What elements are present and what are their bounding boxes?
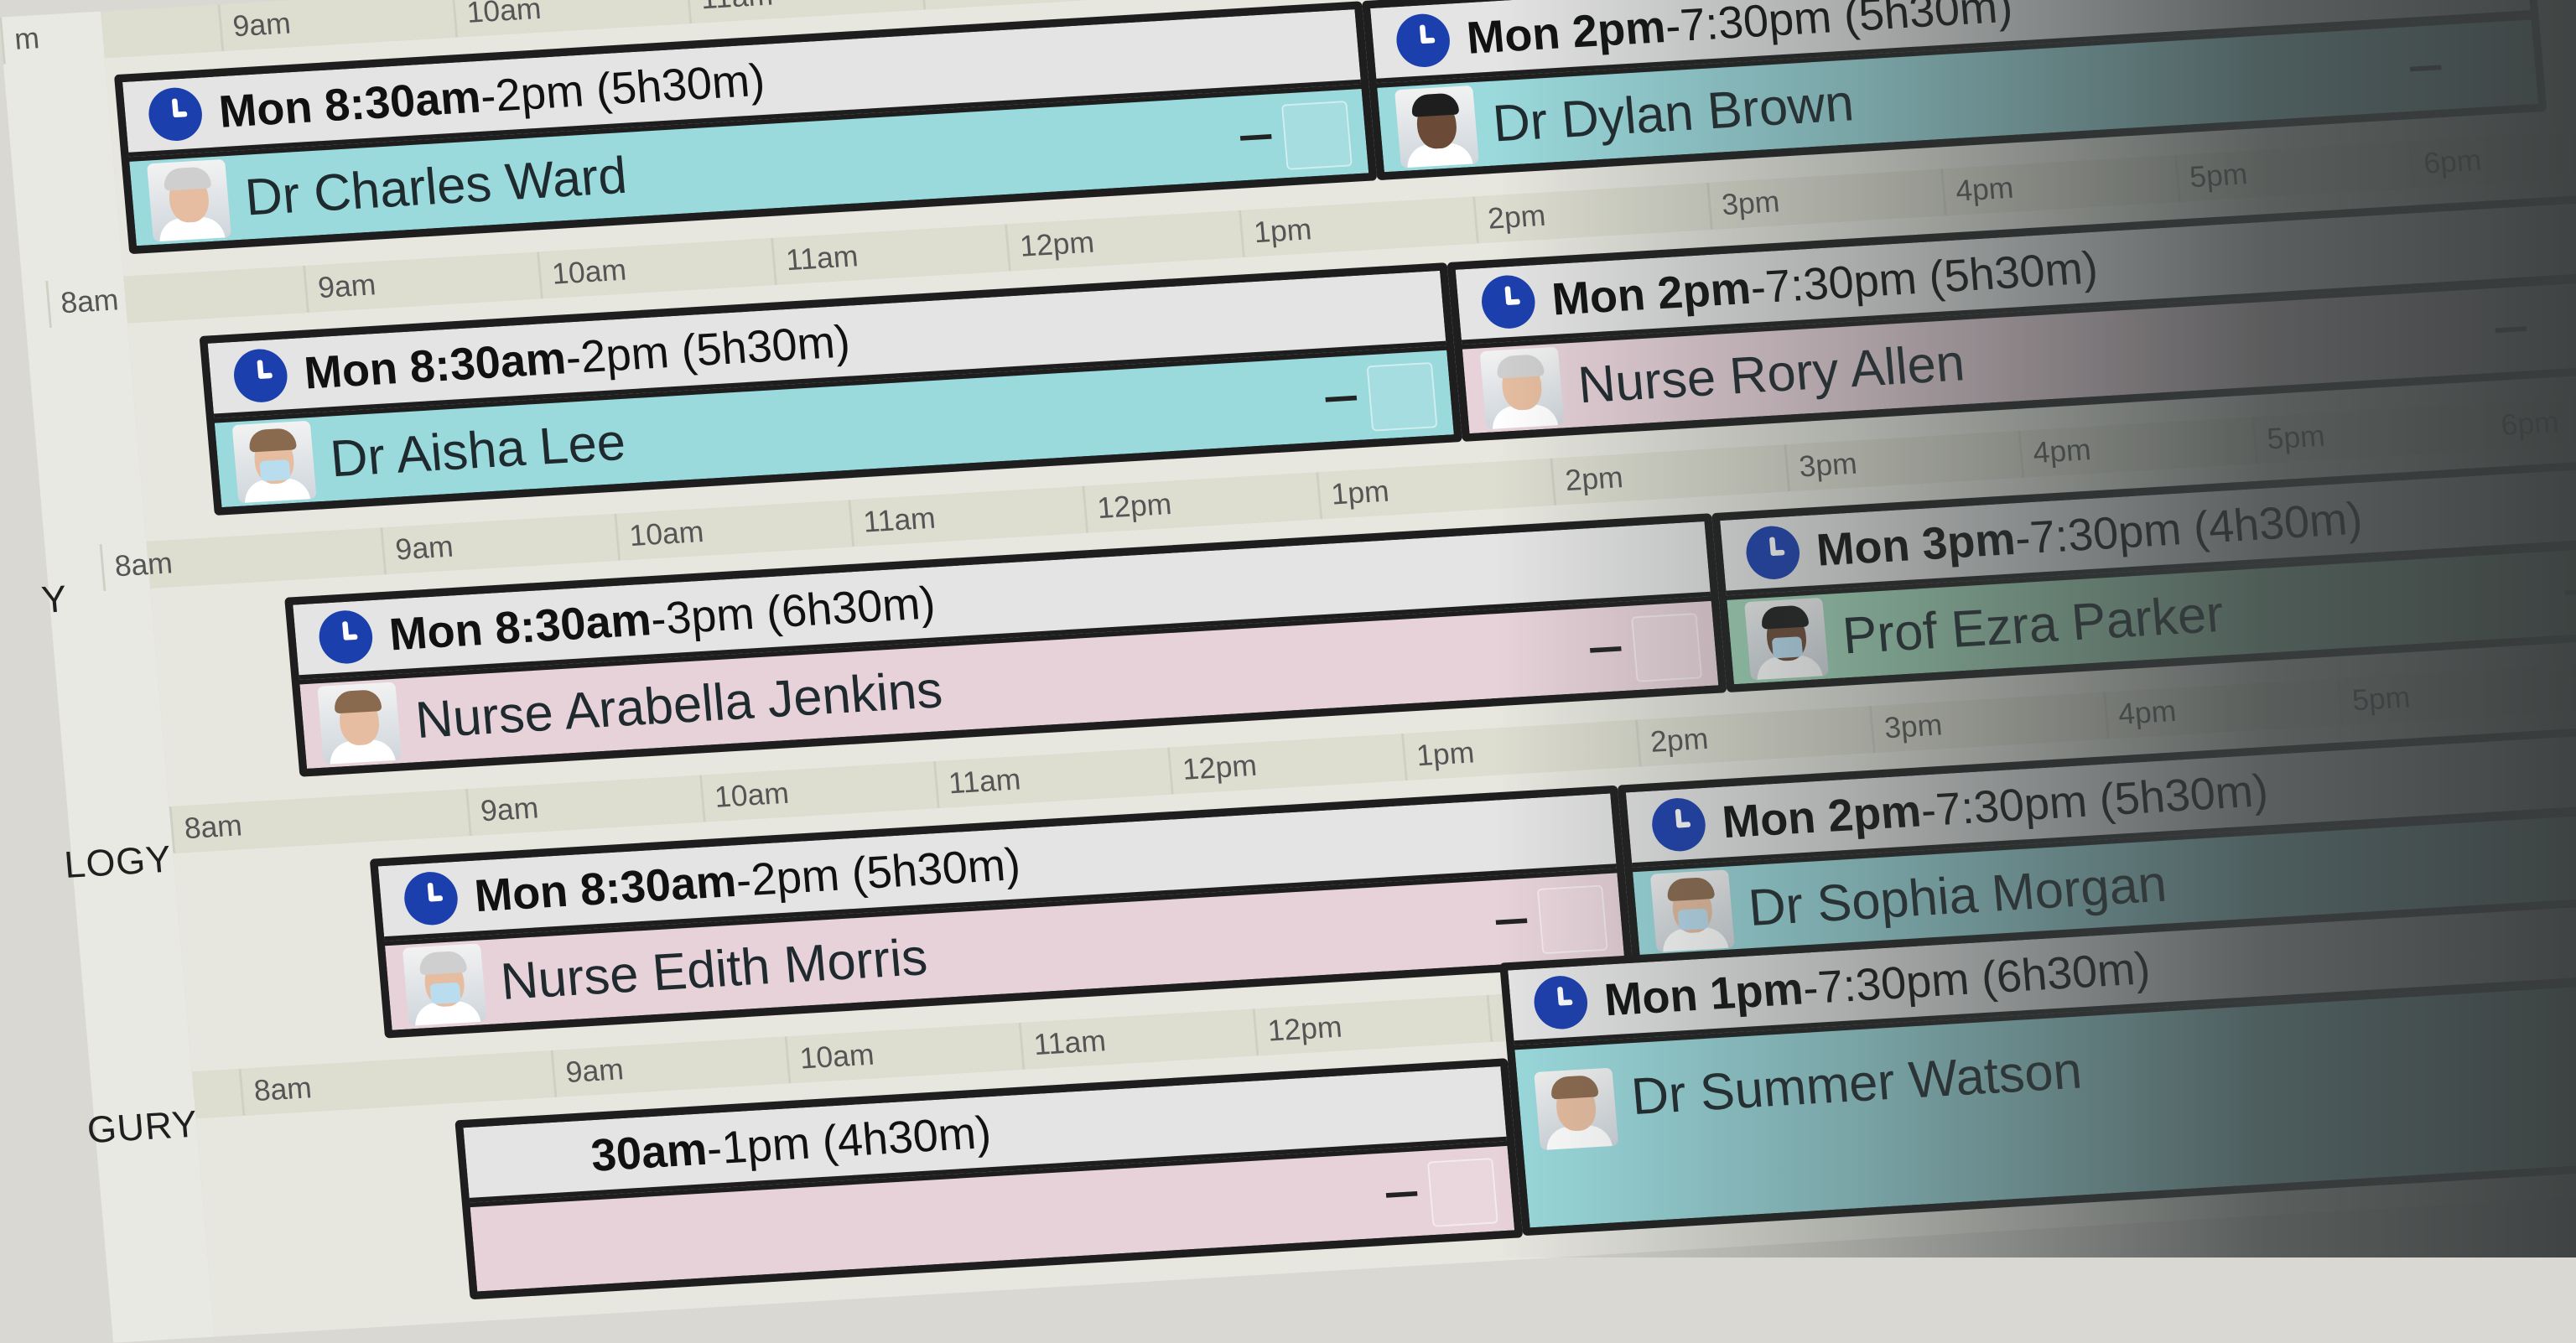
minus-icon[interactable] — [1240, 134, 1272, 141]
shift-start: Mon 8:30am — [217, 71, 483, 137]
shift-time: Mon 8:30am-2pm (5h30m) — [302, 314, 852, 399]
shift-end-duration: -3pm (6h30m) — [649, 577, 937, 644]
department-label: Y — [40, 578, 70, 622]
shift-time: Mon 3pm-7:30pm (4h30m) — [1815, 492, 2365, 577]
shift-end-duration: -7:30pm (5h30m) — [1748, 241, 2100, 313]
avatar — [1744, 598, 1829, 681]
minus-icon[interactable] — [1326, 396, 1358, 402]
avatar — [232, 421, 317, 504]
staff-name: Nurse Arabella Jenkins — [413, 659, 945, 749]
shift-end-duration: -1pm (4h30m) — [704, 1107, 993, 1174]
select-checkbox[interactable] — [1631, 613, 1702, 682]
shift-end-duration: -7:30pm (5h30m) — [1919, 765, 2270, 836]
department-label: LOGY — [63, 837, 174, 887]
roster-timeline: m 9am 10am 11am 12pm 1pm 2pm 3pm 4pm 5pm… — [0, 0, 2496, 1195]
clock-icon — [1532, 974, 1590, 1030]
staff-name: Nurse Rory Allen — [1576, 332, 1967, 414]
clock-icon — [231, 348, 289, 404]
avatar — [1480, 347, 1565, 430]
shift-time: Mon 8:30am-3pm (6h30m) — [387, 576, 937, 661]
avatar — [1394, 86, 1479, 169]
shift-time: Mon 8:30am-2pm (5h30m) — [472, 837, 1022, 922]
clock-icon — [402, 870, 460, 926]
minus-icon[interactable] — [2496, 326, 2527, 333]
clock-icon — [1479, 274, 1537, 330]
shift-time: Mon 2pm-7:30pm (5h30m) — [1720, 764, 2270, 848]
avatar — [147, 159, 231, 242]
shift-end-duration: -2pm (5h30m) — [478, 54, 766, 122]
minus-icon[interactable] — [1590, 646, 1622, 653]
shift-end-duration: -7:30pm (6h30m) — [1801, 942, 2153, 1014]
minus-icon[interactable] — [2410, 65, 2442, 72]
select-checkbox[interactable] — [1537, 884, 1608, 954]
shift-start: Mon 8:30am — [472, 855, 738, 921]
shift-end-duration: -2pm (5h30m) — [564, 315, 852, 382]
shift-end-duration: -7:30pm (4h30m) — [2012, 493, 2364, 564]
select-checkbox[interactable] — [1367, 362, 1438, 432]
avatar — [1534, 1068, 1618, 1151]
department-label: GURY — [86, 1102, 200, 1152]
staff-name: Prof Ezra Parker — [1841, 583, 2226, 666]
shift-start: 30am — [589, 1123, 709, 1181]
minus-icon[interactable] — [1386, 1191, 1418, 1198]
staff-name: Dr Summer Watson — [1629, 1040, 2085, 1126]
minus-icon[interactable] — [2565, 589, 2576, 595]
shift-start: Mon 1pm — [1602, 963, 1805, 1025]
shift-start: Mon 2pm — [1720, 785, 1923, 847]
shift-start: Mon 2pm — [1465, 1, 1668, 63]
staff-name: Dr Dylan Brown — [1490, 72, 1856, 153]
avatar — [317, 682, 402, 765]
shift-start: Mon 8:30am — [387, 594, 653, 660]
clock-icon — [1744, 525, 1802, 581]
shift-end-duration: -2pm (5h30m) — [734, 838, 1022, 905]
shift-start: Mon 2pm — [1550, 262, 1753, 324]
minus-icon[interactable] — [1496, 918, 1528, 925]
clock-icon — [1650, 796, 1708, 853]
staff-name: Dr Charles Ward — [242, 145, 629, 227]
shift-start: Mon 3pm — [1815, 513, 2018, 575]
staff-name: Dr Aisha Lee — [328, 412, 628, 488]
shift-time: Mon 1pm-7:30pm (6h30m) — [1602, 941, 2153, 1026]
shift-time: Mon 8:30am-2pm (5h30m) — [217, 54, 767, 138]
select-checkbox[interactable] — [1427, 1158, 1498, 1227]
shift-time: 30am-1pm (4h30m) — [589, 1106, 993, 1182]
shift-time: Mon 2pm-7:30pm (5h30m) — [1550, 241, 2100, 325]
staff-name: Nurse Edith Morris — [498, 926, 929, 1011]
staff-name: Dr Sophia Morgan — [1746, 853, 2168, 937]
shift-end-duration: -7:30pm (5h30m) — [1663, 0, 2014, 51]
avatar — [402, 943, 487, 1026]
select-checkbox[interactable] — [1281, 101, 1353, 170]
avatar — [1650, 869, 1735, 952]
clock-icon — [147, 86, 205, 143]
clock-icon — [1394, 13, 1452, 69]
clock-icon — [317, 609, 375, 665]
shift-start: Mon 8:30am — [302, 332, 568, 398]
